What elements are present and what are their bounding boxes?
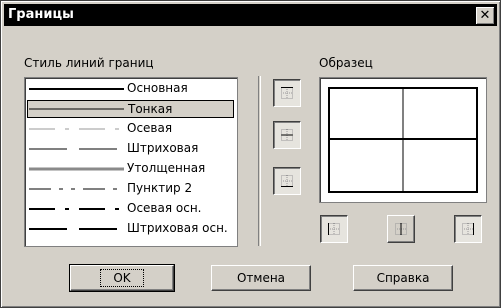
border-inner-vertical-button[interactable] bbox=[387, 215, 415, 243]
window-title: Границы bbox=[8, 7, 74, 22]
border-bottom-button[interactable] bbox=[273, 167, 301, 195]
list-item-label: Основная bbox=[127, 81, 188, 95]
ok-button[interactable]: OK bbox=[69, 264, 175, 292]
list-item-label: Тонкая bbox=[128, 102, 173, 116]
line-style-list[interactable]: Основная Тонкая Осевая Штриховая Утолщен… bbox=[24, 77, 238, 247]
border-inner-horizontal-button[interactable] bbox=[273, 121, 301, 149]
sample-preview bbox=[319, 77, 487, 203]
list-item-axial-main[interactable]: Осевая осн. bbox=[27, 200, 234, 218]
border-left-button[interactable] bbox=[320, 215, 348, 243]
list-item-label: Осевая bbox=[127, 121, 173, 135]
list-item-axial[interactable]: Осевая bbox=[27, 120, 234, 138]
border-right-button[interactable] bbox=[454, 215, 482, 243]
close-icon: ✕ bbox=[479, 8, 491, 23]
list-item-thick[interactable]: Утолщенная bbox=[27, 160, 234, 178]
close-button[interactable]: ✕ bbox=[475, 6, 495, 25]
border-left-icon bbox=[328, 223, 340, 235]
line-style-label: Стиль линий границ bbox=[24, 56, 154, 70]
title-bar[interactable]: Границы ✕ bbox=[4, 4, 497, 26]
list-item-label: Утолщенная bbox=[127, 161, 206, 175]
border-bottom-icon bbox=[281, 175, 293, 187]
cancel-button-label: Отмена bbox=[236, 271, 286, 285]
border-inner-vertical-icon bbox=[395, 223, 407, 235]
list-item-label: Осевая осн. bbox=[127, 201, 202, 215]
list-item-label: Пунктир 2 bbox=[127, 181, 193, 195]
list-item-label: Штриховая осн. bbox=[127, 221, 228, 235]
divider bbox=[258, 76, 261, 246]
borders-dialog: Границы ✕ Стиль линий границ Основная То… bbox=[0, 0, 501, 308]
list-item-main[interactable]: Основная bbox=[27, 80, 234, 98]
list-item-dotted2[interactable]: Пунктир 2 bbox=[27, 180, 234, 198]
ok-button-label: OK bbox=[100, 269, 144, 287]
list-item-thin[interactable]: Тонкая bbox=[27, 100, 234, 118]
help-button[interactable]: Справка bbox=[353, 265, 453, 291]
border-right-icon bbox=[462, 223, 474, 235]
border-inner-horizontal-icon bbox=[281, 129, 293, 141]
border-top-icon bbox=[281, 87, 293, 99]
help-button-label: Справка bbox=[376, 271, 430, 285]
list-item-dashed-main[interactable]: Штриховая осн. bbox=[27, 220, 234, 238]
sample-grid bbox=[328, 87, 478, 193]
list-item-dashed[interactable]: Штриховая bbox=[27, 140, 234, 158]
border-top-button[interactable] bbox=[273, 79, 301, 107]
cancel-button[interactable]: Отмена bbox=[211, 265, 311, 291]
list-item-label: Штриховая bbox=[127, 141, 199, 155]
sample-label: Образец bbox=[319, 56, 373, 70]
